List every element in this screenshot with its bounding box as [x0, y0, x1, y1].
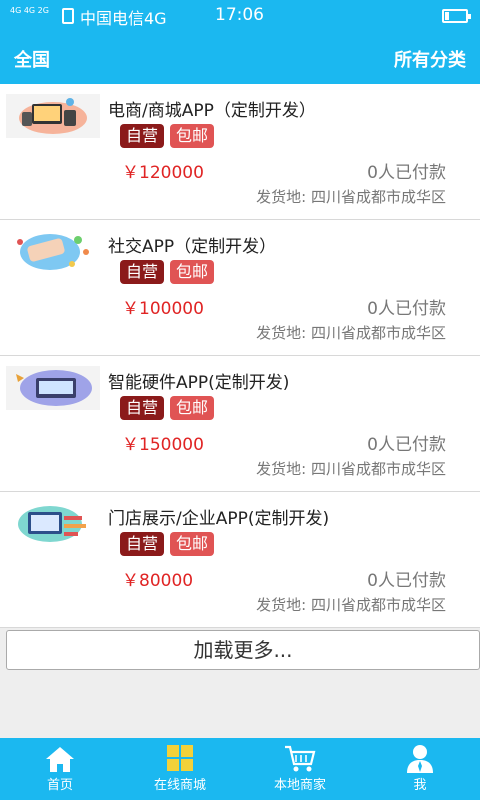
product-price: ￥80000	[122, 571, 194, 591]
user-icon	[407, 745, 433, 773]
paid-count: 0人已付款	[367, 571, 446, 591]
product-thumbnail[interactable]	[6, 230, 100, 274]
product-title[interactable]: 社交APP（定制开发）	[108, 232, 276, 257]
free-shipping-badge: 包邮	[170, 260, 215, 284]
product-tags: 自营 包邮	[120, 260, 215, 284]
free-shipping-badge: 包邮	[170, 532, 215, 556]
self-operated-badge: 自营	[120, 532, 165, 556]
product-price: ￥150000	[122, 435, 204, 455]
product-item[interactable]: 社交APP（定制开发） 自营 包邮 ￥100000 0人已付款 发货地: 四川省…	[0, 220, 480, 356]
cart-icon	[285, 745, 316, 772]
paid-count: 0人已付款	[367, 435, 446, 455]
free-shipping-badge: 包邮	[170, 124, 215, 148]
tab-label: 我	[413, 778, 427, 793]
clock: 17:06	[215, 5, 264, 25]
free-shipping-badge: 包邮	[170, 396, 215, 420]
self-operated-badge: 自营	[120, 124, 165, 148]
tab-me[interactable]: 我	[360, 738, 480, 800]
self-operated-badge: 自营	[120, 260, 165, 284]
tab-online-mall[interactable]: 在线商城	[120, 738, 240, 800]
tab-label: 在线商城	[153, 778, 206, 793]
product-item[interactable]: 电商/商城APP（定制开发） 自营 包邮 ￥120000 0人已付款 发货地: …	[0, 84, 480, 220]
tab-label: 本地商家	[273, 778, 326, 793]
product-item[interactable]: 门店展示/企业APP(定制开发) 自营 包邮 ￥80000 0人已付款 发货地:…	[0, 492, 480, 628]
product-list: 电商/商城APP（定制开发） 自营 包邮 ￥120000 0人已付款 发货地: …	[0, 84, 480, 628]
tab-label: 首页	[46, 778, 73, 793]
load-more-button[interactable]: 加载更多...	[6, 630, 480, 670]
grid-icon	[167, 745, 193, 771]
ship-from: 发货地: 四川省成都市成华区	[256, 596, 446, 614]
product-title[interactable]: 智能硬件APP(定制开发)	[108, 368, 289, 393]
product-title[interactable]: 门店展示/企业APP(定制开发)	[108, 504, 329, 529]
network-indicator: 4G 4G 2G	[10, 6, 49, 15]
ship-from: 发货地: 四川省成都市成华区	[256, 188, 446, 206]
sim-icon	[62, 8, 74, 24]
product-tags: 自营 包邮	[120, 396, 215, 420]
product-tags: 自营 包邮	[120, 124, 215, 148]
product-price: ￥100000	[122, 299, 204, 319]
paid-count: 0人已付款	[367, 299, 446, 319]
tab-home[interactable]: 首页	[0, 738, 120, 800]
product-thumbnail[interactable]	[6, 94, 100, 138]
product-thumbnail[interactable]	[6, 366, 100, 410]
paid-count: 0人已付款	[367, 163, 446, 183]
product-title[interactable]: 电商/商城APP（定制开发）	[108, 96, 316, 121]
product-thumbnail[interactable]	[6, 502, 100, 546]
app-header: 全国 所有分类	[0, 32, 480, 84]
status-bar: 4G 4G 2G 中国电信4G 17:06	[0, 0, 480, 32]
home-icon	[46, 747, 74, 772]
region-selector[interactable]: 全国	[14, 46, 50, 72]
battery-icon	[442, 9, 471, 23]
tab-local-merchants[interactable]: 本地商家	[240, 738, 360, 800]
ship-from: 发货地: 四川省成都市成华区	[256, 324, 446, 342]
product-item[interactable]: 智能硬件APP(定制开发) 自营 包邮 ￥150000 0人已付款 发货地: 四…	[0, 356, 480, 492]
ship-from: 发货地: 四川省成都市成华区	[256, 460, 446, 478]
carrier-label: 中国电信4G	[80, 9, 167, 28]
product-price: ￥120000	[122, 163, 204, 183]
all-categories-button[interactable]: 所有分类	[394, 46, 466, 72]
product-tags: 自营 包邮	[120, 532, 215, 556]
self-operated-badge: 自营	[120, 396, 165, 420]
bottom-tab-bar: 首页 在线商城 本地商家 我	[0, 738, 480, 800]
